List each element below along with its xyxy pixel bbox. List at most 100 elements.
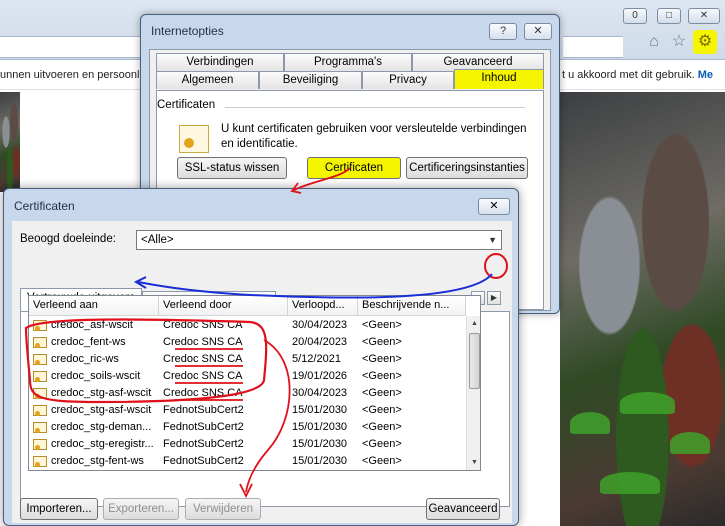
section-description: U kunt certificaten gebruiken voor versl… — [221, 123, 527, 150]
section-title: Certificaten — [157, 99, 216, 111]
table-row[interactable]: credoc_stg-deman... FednotSubCert2 15/01… — [29, 419, 469, 436]
cell-expires: 15/01/2030 — [292, 455, 348, 467]
tab-beveiliging[interactable]: Beveiliging — [259, 71, 362, 89]
certificate-icon — [33, 405, 47, 416]
cell-friendly-name: <Geen> — [362, 455, 402, 467]
certificate-icon — [33, 388, 47, 399]
cell-expires: 15/01/2030 — [292, 421, 348, 433]
certificate-icon — [33, 371, 47, 382]
scrollbar-thumb[interactable] — [469, 333, 480, 389]
certificates-dialog: Certificaten ✕ Beoogd doeleinde: <Alle> … — [3, 188, 519, 526]
minimize-button[interactable]: 0 — [623, 8, 647, 24]
close-dialog-button[interactable]: ✕ — [524, 23, 552, 40]
tab-privacy[interactable]: Privacy — [362, 71, 454, 89]
tab-programmas[interactable]: Programma's — [284, 53, 412, 71]
purpose-value: <Alle> — [141, 234, 174, 246]
background-photo-right — [560, 92, 725, 526]
cell-issued-by: FednotSubCert2 — [163, 404, 244, 416]
chevron-down-icon: ▼ — [488, 235, 497, 245]
cell-friendly-name: <Geen> — [362, 438, 402, 450]
certificate-icon — [33, 456, 47, 467]
cell-issued-by: Credoc SNS CA — [163, 370, 243, 382]
table-row[interactable]: credoc_fent-ws Credoc SNS CA 20/04/2023 … — [29, 334, 469, 351]
advanced-button[interactable]: Geavanceerd — [426, 498, 500, 520]
certificates-button[interactable]: Certificaten — [307, 157, 401, 179]
cell-issued-by: FednotSubCert2 — [163, 438, 244, 450]
certificate-icon — [33, 439, 47, 450]
column-header-issued-by[interactable]: Verleend door — [159, 296, 288, 316]
cell-friendly-name: <Geen> — [362, 319, 402, 331]
cell-issued-by: Credoc SNS CA — [163, 353, 243, 365]
tab-verbindingen[interactable]: Verbindingen — [156, 53, 284, 71]
star-icon[interactable]: ☆ — [669, 32, 689, 52]
cell-issued-to: credoc_stg-eregistr... — [51, 438, 154, 450]
cell-friendly-name: <Geen> — [362, 336, 402, 348]
column-header-expires[interactable]: Verloopd... — [288, 296, 358, 316]
cell-issued-by: Credoc SNS CA — [163, 336, 243, 348]
background-photo-left — [0, 92, 20, 192]
cell-issued-to: credoc_soils-wscit — [51, 370, 141, 382]
ssl-clear-button[interactable]: SSL-status wissen — [177, 157, 287, 179]
column-header-issued-to[interactable]: Verleend aan — [29, 296, 159, 316]
vertical-scrollbar[interactable]: ▲ ▼ — [466, 316, 480, 470]
tab-algemeen[interactable]: Algemeen — [156, 71, 259, 89]
gear-icon[interactable]: ⚙ — [695, 32, 715, 52]
import-button[interactable]: Importeren... — [20, 498, 98, 520]
fern-decoration — [670, 432, 710, 454]
cell-expires: 30/04/2023 — [292, 319, 348, 331]
table-row[interactable]: credoc_asf-wscit Credoc SNS CA 30/04/202… — [29, 317, 469, 334]
column-header-friendly-name[interactable]: Beschrijvende n... — [358, 296, 466, 316]
cell-issued-by: FednotSubCert2 — [163, 455, 244, 467]
cell-friendly-name: <Geen> — [362, 421, 402, 433]
cell-expires: 15/01/2030 — [292, 404, 348, 416]
cell-expires: 30/04/2023 — [292, 387, 348, 399]
export-button[interactable]: Exporteren... — [103, 498, 179, 520]
help-button[interactable]: ? — [489, 23, 517, 40]
table-row[interactable]: credoc_ric-ws Credoc SNS CA 5/12/2021 <G… — [29, 351, 469, 368]
cell-expires: 19/01/2026 — [292, 370, 348, 382]
remove-button[interactable]: Verwijderen — [185, 498, 261, 520]
section-divider — [225, 107, 525, 108]
certificate-icon — [33, 422, 47, 433]
cookie-text-left: unnen uitvoeren en persoonl — [0, 69, 140, 81]
table-row[interactable]: credoc_stg-eregistr... FednotSubCert2 15… — [29, 436, 469, 453]
table-row[interactable]: credoc_stg-asf-wscit Credoc SNS CA 30/04… — [29, 385, 469, 402]
cell-issued-to: credoc_ric-ws — [51, 353, 119, 365]
cookie-text: t u akkoord met dit gebruik. — [562, 69, 695, 81]
dialog-title: Internetopties — [151, 24, 224, 38]
table-row[interactable]: credoc_soils-wscit Credoc SNS CA 19/01/2… — [29, 368, 469, 385]
certificate-icon — [33, 320, 47, 331]
tab-inhoud[interactable]: Inhoud — [454, 69, 544, 89]
cell-issued-by: Credoc SNS CA — [163, 387, 243, 399]
certificate-list[interactable]: Verleend aan Verleend door Verloopd... B… — [28, 295, 481, 471]
cell-friendly-name: <Geen> — [362, 353, 402, 365]
dialog-title: Certificaten — [14, 199, 75, 213]
cell-issued-to: credoc_stg-fent-ws — [51, 455, 144, 467]
cell-friendly-name: <Geen> — [362, 404, 402, 416]
cookie-more-link[interactable]: Me — [698, 69, 713, 81]
fern-decoration — [620, 392, 675, 414]
purpose-label: Beoogd doeleinde: — [20, 233, 116, 245]
close-dialog-button[interactable]: ✕ — [478, 198, 510, 215]
cookie-text-right: t u akkoord met dit gebruik. Me — [562, 60, 713, 90]
address-bar[interactable] — [0, 36, 145, 58]
fern-decoration — [600, 472, 660, 494]
fern-decoration — [570, 412, 610, 434]
maximize-button[interactable]: □ — [657, 8, 681, 24]
cell-issued-to: credoc_stg-asf-wscit — [51, 387, 152, 399]
cell-issued-to: credoc_asf-wscit — [51, 319, 133, 331]
cell-issued-to: credoc_fent-ws — [51, 336, 126, 348]
tab-scroll-right-button[interactable]: ▶ — [487, 291, 501, 305]
cell-friendly-name: <Geen> — [362, 387, 402, 399]
cert-authorities-button[interactable]: Certificeringsinstanties — [406, 157, 528, 179]
scroll-up-icon[interactable]: ▲ — [467, 316, 480, 331]
table-row[interactable]: credoc_stg-fent-ws FednotSubCert2 15/01/… — [29, 453, 469, 470]
purpose-select[interactable]: <Alle> ▼ — [136, 230, 502, 250]
scroll-down-icon[interactable]: ▼ — [467, 455, 480, 470]
home-icon[interactable]: ⌂ — [644, 32, 664, 52]
cell-friendly-name: <Geen> — [362, 370, 402, 382]
certificate-icon — [179, 125, 209, 153]
address-bar-right[interactable] — [563, 36, 623, 58]
table-row[interactable]: credoc_stg-asf-wscit FednotSubCert2 15/0… — [29, 402, 469, 419]
close-window-button[interactable]: ✕ — [688, 8, 720, 24]
